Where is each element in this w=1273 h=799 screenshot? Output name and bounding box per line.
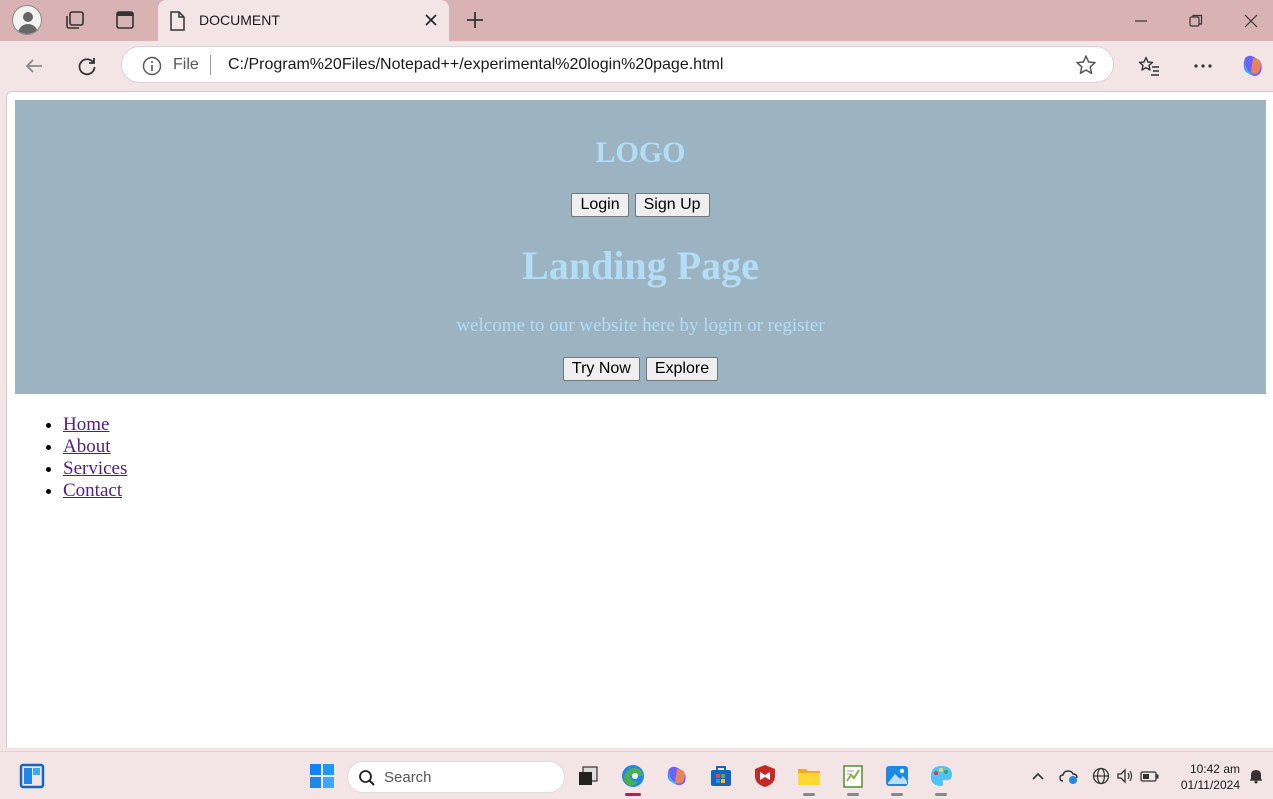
- list-item: About: [63, 436, 127, 458]
- back-arrow-icon[interactable]: [17, 49, 51, 83]
- close-tab-icon[interactable]: [421, 10, 441, 30]
- more-options-icon[interactable]: [1186, 49, 1220, 83]
- nav-link-services[interactable]: Services: [63, 458, 127, 479]
- address-scheme: File: [173, 56, 199, 73]
- paint-icon[interactable]: [925, 760, 957, 796]
- start-icon[interactable]: [306, 760, 338, 792]
- reload-icon[interactable]: [70, 49, 104, 83]
- running-app-indicator: [803, 793, 815, 796]
- active-tab[interactable]: DOCUMENT: [158, 0, 449, 41]
- task-view-icon[interactable]: [572, 760, 604, 792]
- notepad-plus-plus-icon[interactable]: [837, 760, 869, 796]
- mcafee-icon[interactable]: [749, 760, 781, 792]
- page-viewport: LOGO Login Sign Up Landing Page welcome …: [6, 91, 1273, 748]
- favorites-icon[interactable]: [1132, 49, 1166, 83]
- running-app-indicator: [847, 793, 859, 796]
- file-explorer-icon[interactable]: [793, 760, 825, 796]
- clock-time: 10:42 am: [1189, 762, 1240, 776]
- tab-actions-icon[interactable]: [109, 4, 141, 36]
- edge-icon[interactable]: [617, 760, 649, 796]
- login-button[interactable]: Login: [571, 193, 629, 217]
- favorite-star-icon[interactable]: [1075, 54, 1097, 76]
- page-subtitle: welcome to our website here by login or …: [456, 315, 825, 336]
- try-now-button[interactable]: Try Now: [562, 357, 640, 381]
- site-logo: LOGO: [595, 136, 686, 169]
- restore-window-button[interactable]: [1174, 0, 1218, 41]
- workspaces-icon[interactable]: [59, 4, 91, 36]
- explore-button[interactable]: Explore: [645, 357, 719, 381]
- document-icon: [170, 11, 185, 31]
- profile-icon[interactable]: [11, 4, 43, 36]
- hero-section: LOGO Login Sign Up Landing Page welcome …: [15, 100, 1266, 394]
- address-bar[interactable]: File C:/Program%20Files/Notepad++/experi…: [121, 46, 1114, 83]
- store-icon[interactable]: [705, 760, 737, 792]
- search-icon: [359, 770, 375, 786]
- running-app-indicator: [935, 793, 947, 796]
- notification-bell-icon[interactable]: [1240, 760, 1272, 792]
- search-placeholder: Search: [384, 769, 432, 786]
- nav-list: Home About Services Contact: [63, 414, 127, 502]
- auth-buttons: Login Sign Up: [15, 193, 1266, 217]
- copilot-icon[interactable]: [1236, 49, 1270, 83]
- list-item: Services: [63, 458, 127, 480]
- list-item: Home: [63, 414, 127, 436]
- tab-title: DOCUMENT: [199, 12, 280, 28]
- list-item: Contact: [63, 480, 127, 502]
- active-app-indicator: [625, 793, 641, 796]
- cta-buttons: Try Now Explore: [15, 357, 1266, 381]
- photos-icon[interactable]: [881, 760, 913, 796]
- browser-tab-bar: DOCUMENT: [0, 0, 1273, 41]
- widgets-icon[interactable]: [16, 760, 48, 792]
- taskbar-search[interactable]: Search: [347, 761, 565, 793]
- clock[interactable]: 10:42 am 01/11/2024: [1168, 761, 1240, 793]
- battery-icon[interactable]: [1134, 760, 1166, 792]
- minimize-window-button[interactable]: [1119, 0, 1163, 41]
- nav-link-home[interactable]: Home: [63, 414, 109, 435]
- clock-date: 01/11/2024: [1180, 778, 1240, 792]
- info-icon[interactable]: [142, 56, 162, 76]
- nav-link-about[interactable]: About: [63, 436, 111, 457]
- new-tab-icon[interactable]: [459, 4, 491, 36]
- page-heading: Landing Page: [522, 243, 759, 288]
- onedrive-sync-icon[interactable]: [1053, 760, 1085, 792]
- copilot-app-icon[interactable]: [661, 760, 693, 792]
- windows-taskbar: Search 10:42 am 01/11/2024: [0, 751, 1273, 799]
- running-app-indicator: [891, 793, 903, 796]
- address-separator: [210, 55, 211, 75]
- nav-link-contact[interactable]: Contact: [63, 480, 122, 501]
- close-window-button[interactable]: [1229, 0, 1273, 41]
- browser-toolbar: File C:/Program%20Files/Notepad++/experi…: [0, 41, 1273, 91]
- chevron-up-icon[interactable]: [1022, 760, 1054, 792]
- address-url[interactable]: C:/Program%20Files/Notepad++/experimenta…: [228, 56, 723, 74]
- signup-button[interactable]: Sign Up: [634, 193, 710, 217]
